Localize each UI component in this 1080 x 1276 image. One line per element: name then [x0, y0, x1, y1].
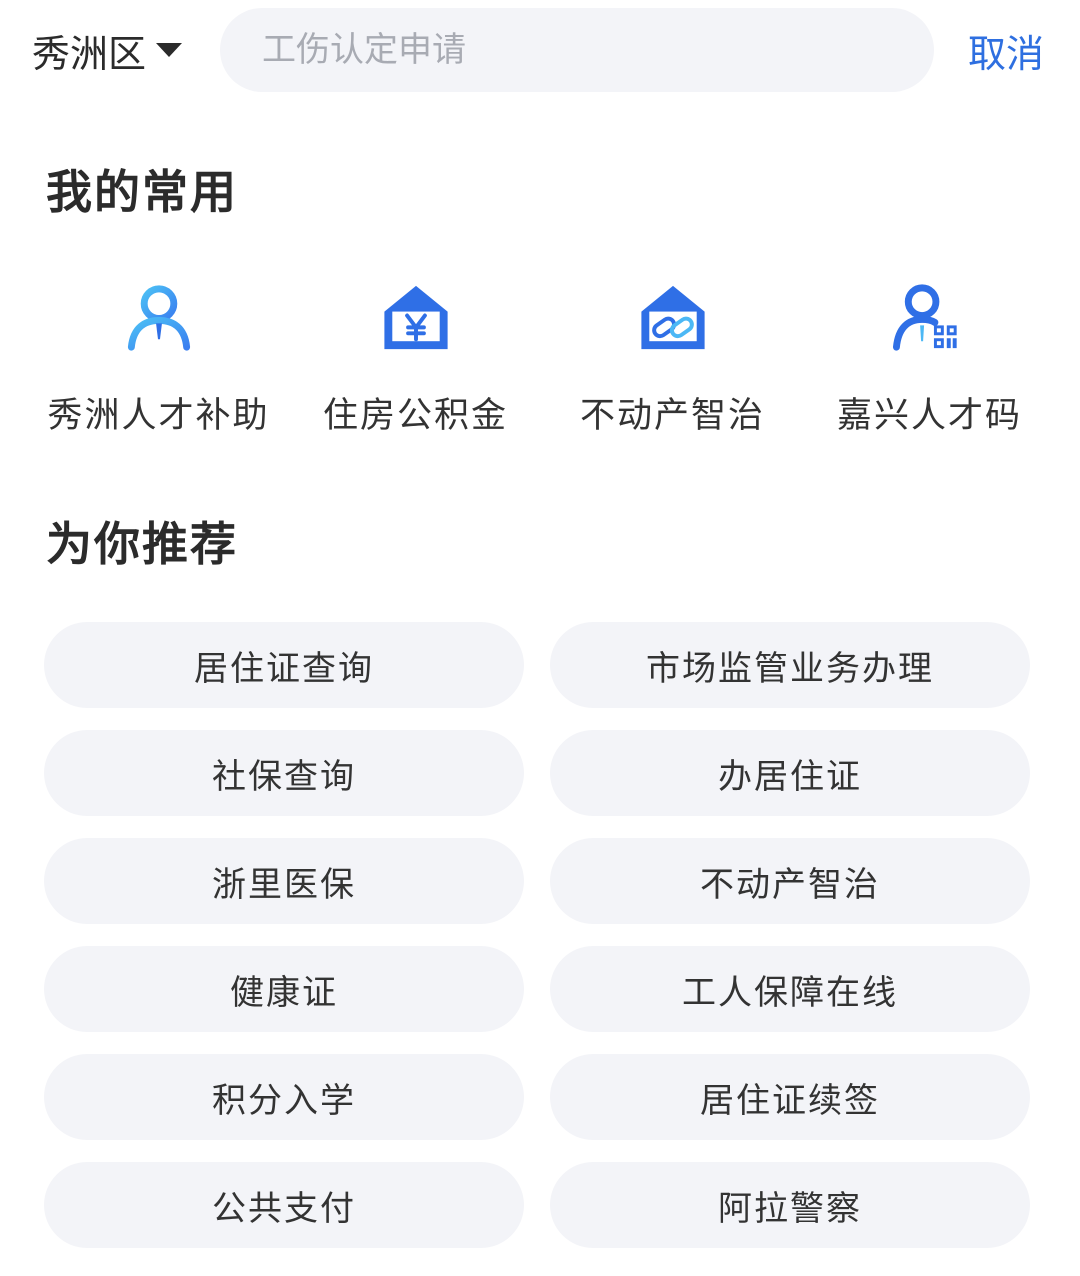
- recommend-item[interactable]: 市场监管业务办理: [550, 622, 1030, 708]
- favorite-item-real-estate[interactable]: 不动产智治: [544, 278, 801, 438]
- recommend-item[interactable]: 社保查询: [44, 730, 524, 816]
- recommend-item[interactable]: 居住证查询: [44, 622, 524, 708]
- recommend-title: 为你推荐: [46, 517, 238, 571]
- search-box[interactable]: [220, 8, 934, 92]
- favorite-label: 不动产智治: [579, 396, 765, 436]
- favorite-item-housing-fund[interactable]: 住房公积金: [287, 278, 544, 438]
- caret-down-icon: [156, 43, 183, 57]
- recommend-item[interactable]: 工人保障在线: [550, 946, 1030, 1032]
- recommend-item[interactable]: 积分入学: [44, 1054, 524, 1140]
- favorites-grid: 秀洲人才补助 住房公积金 不动产智治 嘉兴人才码: [30, 278, 1060, 438]
- favorites-title: 我的常用: [46, 165, 238, 219]
- search-input[interactable]: [260, 29, 904, 71]
- recommend-item[interactable]: 健康证: [44, 946, 524, 1032]
- talent-person-icon: [127, 285, 190, 351]
- recommend-item[interactable]: 办居住证: [550, 730, 1030, 816]
- favorite-item-talent-subsidy[interactable]: 秀洲人才补助: [30, 278, 287, 438]
- person-qrcode-icon: [892, 284, 957, 351]
- recommend-item[interactable]: 浙里医保: [44, 838, 524, 924]
- cancel-button[interactable]: 取消: [968, 22, 1044, 78]
- house-link-icon: [640, 285, 705, 350]
- recommend-item[interactable]: 公共支付: [44, 1162, 524, 1248]
- recommend-item[interactable]: 居住证续签: [550, 1054, 1030, 1140]
- favorite-label: 嘉兴人才码: [836, 396, 1022, 436]
- district-label: 秀洲区: [32, 31, 147, 76]
- recommend-item[interactable]: 阿拉警察: [550, 1162, 1030, 1248]
- recommend-grid: 居住证查询 市场监管业务办理 社保查询 办居住证 浙里医保 不动产智治 健康证 …: [44, 622, 1030, 1248]
- favorite-label: 秀洲人才补助: [47, 396, 270, 436]
- top-bar: 秀洲区 取消: [0, 0, 1080, 100]
- district-selector[interactable]: 秀洲区: [32, 22, 183, 78]
- favorite-label: 住房公积金: [322, 396, 508, 436]
- recommend-item[interactable]: 不动产智治: [550, 838, 1030, 924]
- house-yuan-icon: [383, 285, 448, 350]
- favorite-item-talent-code[interactable]: 嘉兴人才码: [801, 278, 1058, 438]
